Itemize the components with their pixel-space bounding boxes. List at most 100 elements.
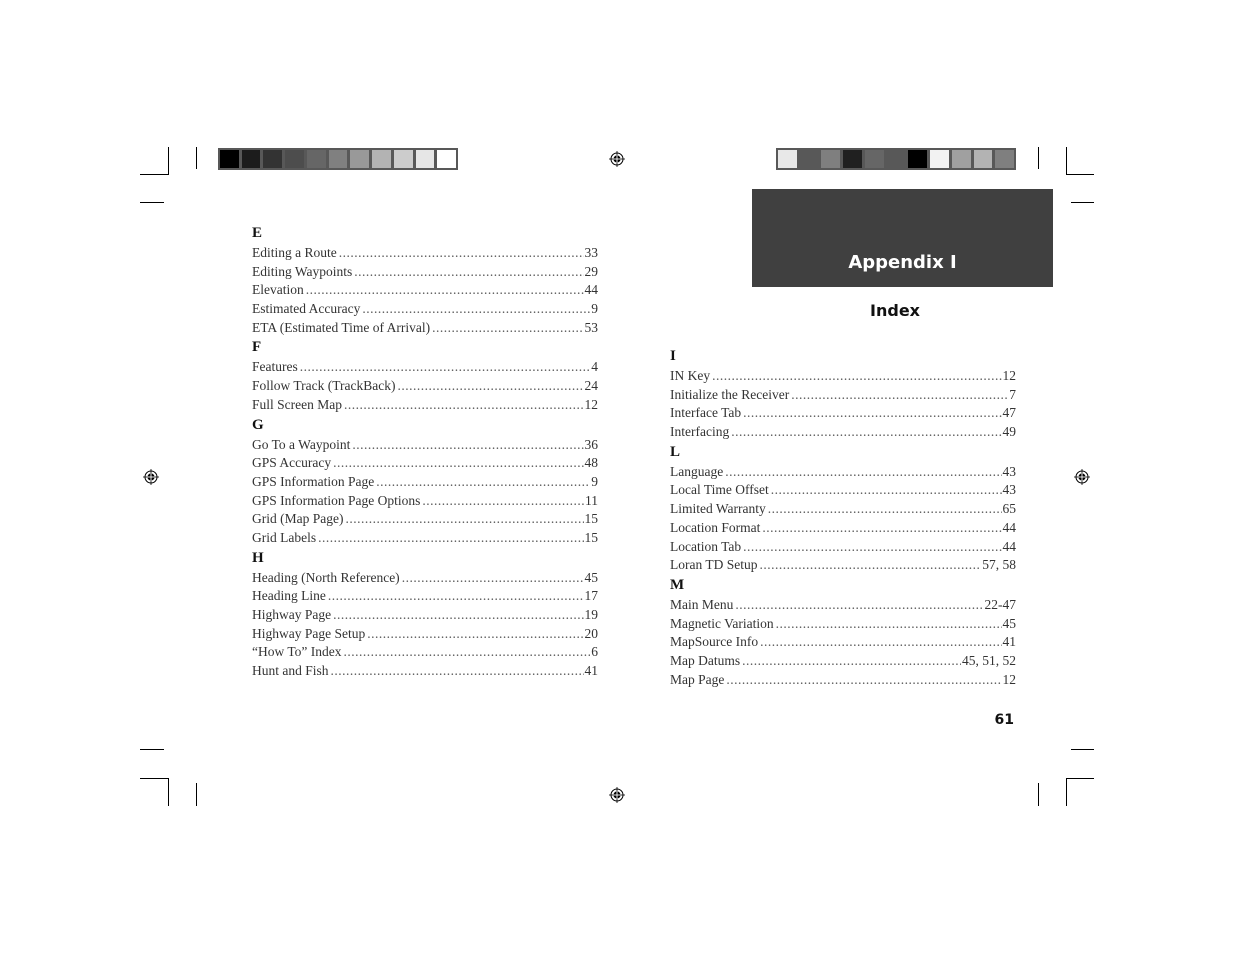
index-entry: GPS Information Page Options 11: [252, 492, 598, 511]
index-page-ref: 15: [584, 529, 599, 545]
dot-leader: [344, 643, 591, 662]
index-term: GPS Accuracy: [252, 455, 332, 471]
index-entry: Grid Labels 15: [252, 529, 598, 548]
color-swatch: [886, 150, 906, 168]
color-swatch: [864, 150, 884, 168]
index-page-ref: 48: [584, 455, 599, 471]
index-page-ref: 47: [1002, 405, 1017, 421]
crop-mark: [1038, 783, 1039, 806]
crop-mark: [196, 783, 197, 806]
index-letter-heading: F: [252, 339, 262, 356]
crop-mark: [1038, 147, 1039, 169]
index-entry: Highway Page Setup 20: [252, 625, 598, 644]
index-entry: Hunt and Fish 41: [252, 662, 598, 681]
index-letter-heading: E: [252, 225, 263, 241]
color-swatch: [415, 150, 435, 168]
index-page-ref: 6: [591, 644, 598, 660]
index-page-ref: 9: [591, 301, 598, 317]
index-term: Language: [670, 463, 724, 479]
index-entry: Location Format 44: [670, 519, 1016, 538]
index-term: Hunt and Fish: [252, 663, 329, 679]
index-entry: MapSource Info 41: [670, 633, 1016, 652]
index-page-ref: 44: [584, 282, 599, 298]
index-entry: Highway Page 19: [252, 606, 598, 625]
dot-leader: [762, 519, 1001, 538]
dot-leader: [333, 606, 583, 625]
dot-leader: [726, 671, 1001, 690]
index-entry: Full Screen Map 12: [252, 396, 598, 415]
dot-leader: [352, 436, 583, 455]
index-term: Go To a Waypoint: [252, 436, 351, 452]
color-swatch: [263, 150, 283, 168]
page-number: 61: [994, 712, 1014, 728]
color-calibration-strip-left: [218, 148, 458, 170]
dot-leader: [318, 529, 583, 548]
color-calibration-strip-right: [776, 148, 1016, 170]
crop-mark: [140, 174, 168, 175]
index-page-ref: 19: [584, 607, 599, 622]
index-term: ETA (Estimated Time of Arrival): [252, 319, 431, 335]
index-letter-heading: I: [670, 348, 676, 364]
page-subtitle: Index: [870, 301, 920, 320]
index-entry: Follow Track (TrackBack) 24: [252, 377, 598, 396]
dot-leader: [339, 244, 584, 263]
index-term: IN Key: [670, 368, 711, 383]
index-term: Map Page: [670, 671, 725, 687]
index-term: Follow Track (TrackBack): [252, 378, 396, 394]
index-page-ref: 44: [1002, 538, 1017, 554]
index-page-ref: 41: [584, 663, 599, 679]
index-term: Elevation: [252, 282, 304, 298]
dot-leader: [735, 596, 983, 615]
index-term: Location Format: [670, 519, 761, 535]
dot-leader: [362, 300, 590, 319]
index-column-right: I IN Key 12 Initialize the Receiver 7 Interfa…: [670, 346, 1016, 689]
index-entry: Elevation 44: [252, 281, 598, 300]
dot-leader: [760, 633, 1001, 652]
index-page-ref: 41: [1002, 634, 1017, 650]
index-term: GPS Information Page: [252, 473, 375, 489]
index-entry: Main Menu 22-47: [670, 596, 1016, 615]
index-entry: Loran TD Setup 57, 58: [670, 556, 1016, 575]
registration-target-icon: [609, 787, 625, 803]
index-term: Highway Page: [252, 607, 332, 622]
dot-leader: [306, 281, 584, 300]
dot-leader: [354, 263, 583, 282]
crop-mark: [168, 147, 169, 175]
index-entry: Heading (North Reference) 45: [252, 569, 598, 588]
color-swatch: [437, 150, 457, 168]
index-term: Interface Tab: [670, 405, 742, 421]
dot-leader: [333, 454, 583, 473]
index-term: Grid (Map Page): [252, 511, 344, 527]
index-page-ref: 57, 58: [982, 557, 1016, 573]
index-page-ref: 49: [1002, 424, 1017, 440]
registration-target-icon: [609, 151, 625, 167]
index-entry: GPS Information Page 9: [252, 473, 598, 492]
dot-leader: [743, 404, 1001, 423]
index-entry: Estimated Accuracy 9: [252, 300, 598, 319]
index-entry: Heading Line 17: [252, 587, 598, 606]
dot-leader: [345, 510, 583, 529]
index-page-ref: 9: [591, 473, 598, 489]
dot-leader: [725, 463, 1001, 482]
crop-mark: [168, 778, 169, 806]
crop-mark: [196, 147, 197, 169]
index-column-left: E Editing a Route 33 Editing Waypoints 29 Ele…: [252, 223, 598, 681]
dot-leader: [771, 481, 1002, 500]
index-page-ref: 45: [584, 569, 599, 585]
color-swatch: [350, 150, 370, 168]
index-page-ref: 29: [584, 263, 599, 279]
index-term: Editing a Route: [252, 245, 337, 260]
dot-leader: [398, 377, 584, 396]
index-page-ref: 7: [1009, 386, 1016, 402]
index-term: Loran TD Setup: [670, 557, 758, 573]
crop-mark: [140, 202, 164, 203]
index-page-ref: 17: [584, 588, 599, 604]
dot-leader: [768, 500, 1002, 519]
index-entry: Language 43: [670, 463, 1016, 482]
dot-leader: [331, 662, 584, 681]
index-term: Initialize the Receiver: [670, 386, 790, 402]
crop-mark: [1066, 147, 1067, 175]
index-term: GPS Information Page Options: [252, 492, 421, 508]
index-entry: Limited Warranty 65: [670, 500, 1016, 519]
color-swatch: [285, 150, 304, 168]
